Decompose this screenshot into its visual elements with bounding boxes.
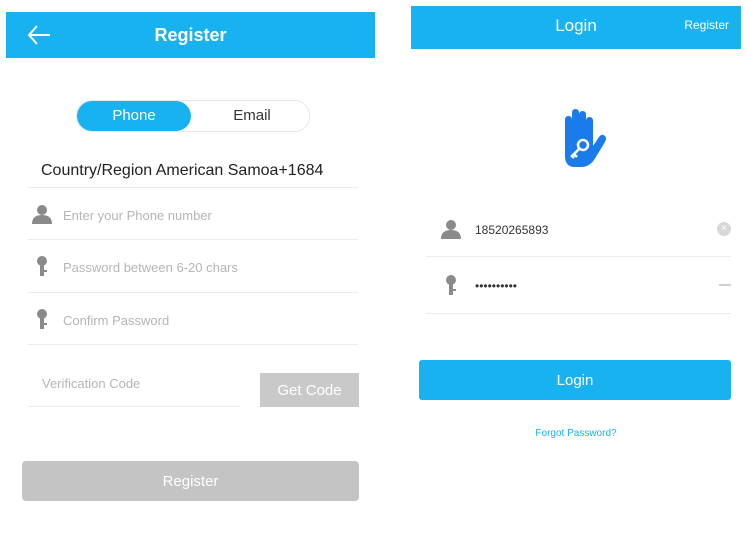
login-button[interactable]: Login	[419, 360, 731, 400]
key-icon	[37, 309, 47, 329]
divider	[426, 313, 731, 314]
divider	[28, 292, 358, 293]
key-icon	[446, 275, 456, 295]
country-value: American Samoa+1684	[155, 162, 324, 179]
user-icon	[32, 205, 52, 224]
show-password-icon[interactable]	[719, 284, 731, 286]
divider	[28, 187, 358, 188]
register-screen: Register Phone Email Country/Region Amer…	[6, 0, 375, 538]
login-header: Login Register	[411, 6, 741, 49]
user-icon	[441, 220, 461, 239]
country-label: Country/Region	[41, 162, 153, 179]
register-method-toggle: Phone Email	[76, 100, 310, 132]
country-region-selector[interactable]: Country/Region American Samoa+1684	[41, 157, 361, 185]
password-input[interactable]	[61, 253, 355, 281]
clear-icon[interactable]: ×	[717, 222, 731, 236]
confirm-password-field	[28, 304, 358, 334]
tab-phone[interactable]: Phone	[77, 101, 191, 131]
page-title: Register	[154, 25, 227, 45]
register-header: Register	[6, 12, 375, 58]
username-input[interactable]	[473, 217, 687, 243]
phone-input[interactable]	[61, 201, 355, 229]
password-field	[441, 270, 731, 300]
password-field	[28, 251, 358, 281]
confirm-password-input[interactable]	[61, 306, 355, 334]
divider	[28, 406, 240, 407]
verification-code-input[interactable]	[40, 368, 244, 398]
key-icon	[37, 256, 47, 276]
divider	[426, 256, 731, 257]
password-input[interactable]	[473, 273, 687, 299]
forgot-password-link[interactable]: Forgot Password?	[411, 428, 741, 439]
login-screen: Login Register × Login Forgot Password?	[411, 0, 741, 538]
username-field: ×	[441, 214, 731, 244]
phone-field	[28, 199, 358, 229]
tab-email[interactable]: Email	[195, 101, 309, 131]
register-link[interactable]: Register	[684, 6, 729, 44]
divider	[28, 344, 358, 345]
hand-key-logo	[565, 109, 606, 167]
divider	[28, 239, 358, 240]
register-button[interactable]: Register	[22, 461, 359, 501]
get-code-button[interactable]: Get Code	[260, 373, 359, 407]
